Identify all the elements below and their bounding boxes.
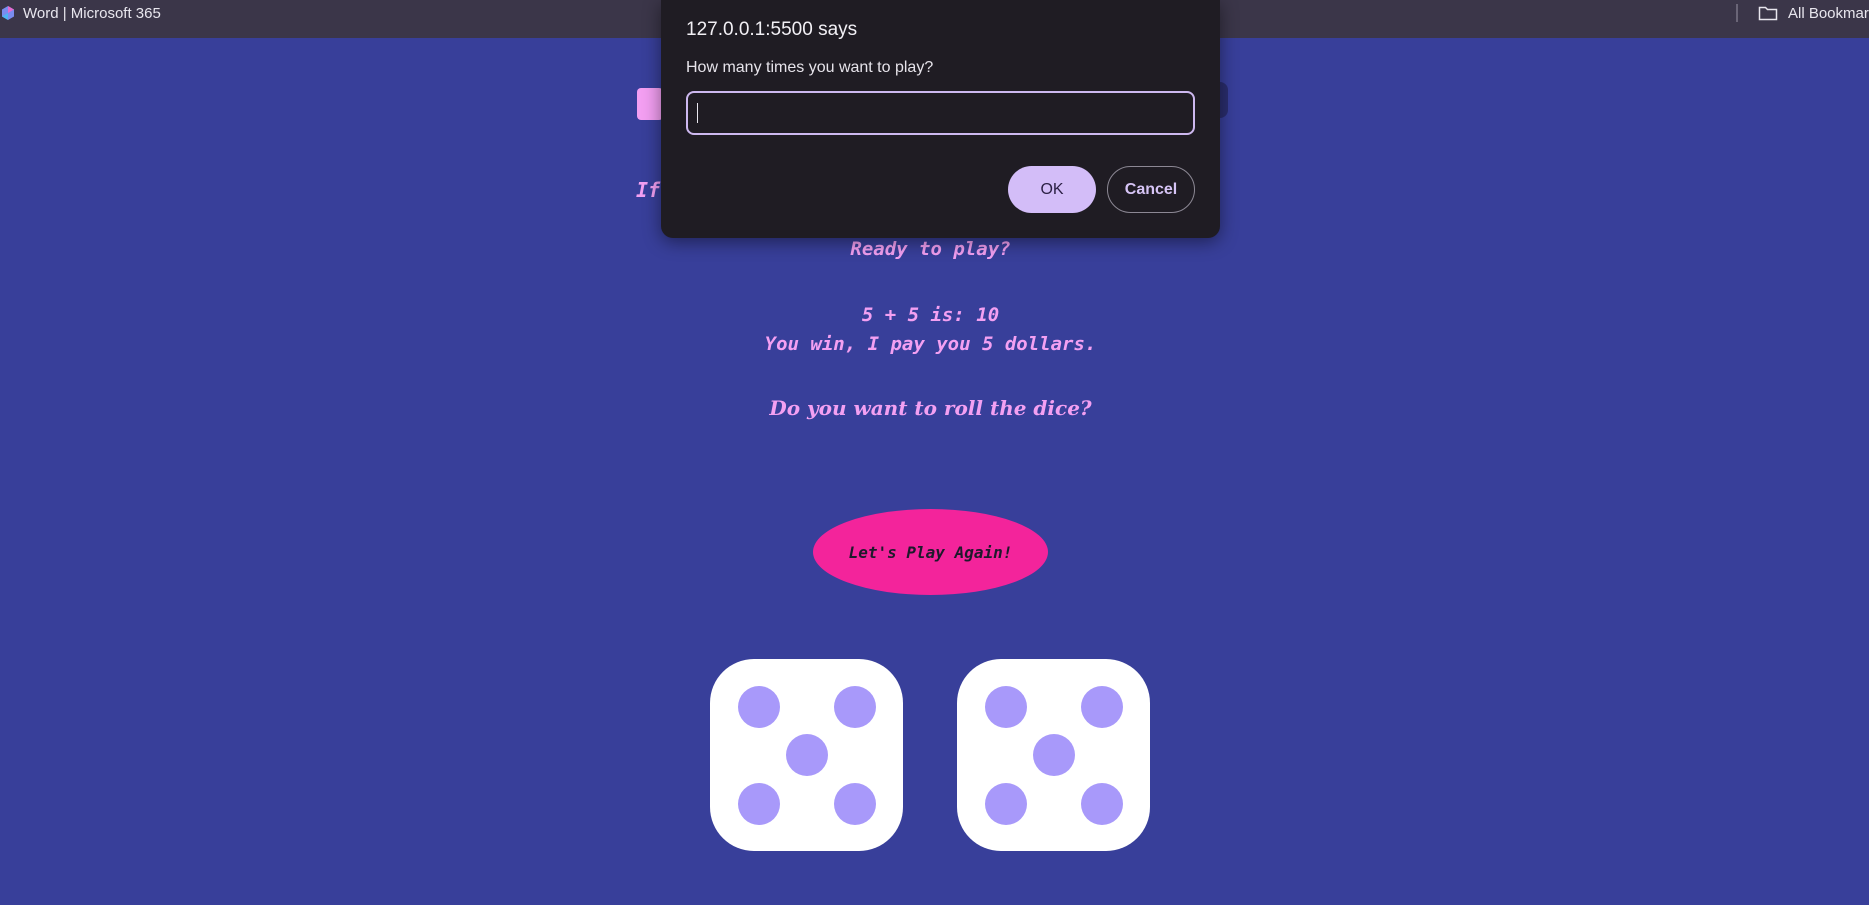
dialog-message: How many times you want to play? [686,59,934,76]
microsoft-365-icon [0,5,16,21]
bookmark-all-bookmarks[interactable]: All Bookmar [1758,0,1869,26]
die-left [710,659,903,851]
die-pip [786,734,828,776]
die-pip [1081,783,1123,825]
bookmark-word[interactable]: Word | Microsoft 365 [0,0,161,26]
cancel-button[interactable]: Cancel [1107,166,1195,213]
bookmarks-divider [1736,4,1738,22]
ok-button[interactable]: OK [1008,166,1096,213]
prompt-dialog: 127.0.0.1:5500 says How many times you w… [661,0,1220,238]
text-caret [697,103,698,123]
title-fragment-left [637,88,663,120]
roll-result: 5 + 5 is: 10 [861,304,1000,326]
die-pip [738,783,780,825]
die-pip [1081,686,1123,728]
play-again-button[interactable]: Let's Play Again! [813,509,1048,595]
dialog-title: 127.0.0.1:5500 says [686,19,858,40]
die-pip [834,783,876,825]
die-pip [985,686,1027,728]
bookmark-all-label: All Bookmar [1788,4,1869,22]
die-pip [1033,734,1075,776]
die-pip [834,686,876,728]
roll-question: Do you want to roll the dice? [769,396,1092,420]
outcome-text: You win, I pay you 5 dollars. [764,333,1097,355]
ready-text: Ready to play? [850,238,1011,260]
play-count-input[interactable] [686,91,1195,135]
bookmark-word-label: Word | Microsoft 365 [23,4,161,22]
die-pip [985,783,1027,825]
die-pip [738,686,780,728]
die-right [957,659,1150,851]
folder-icon [1758,5,1778,21]
intro-text-fragment: If [636,178,661,202]
